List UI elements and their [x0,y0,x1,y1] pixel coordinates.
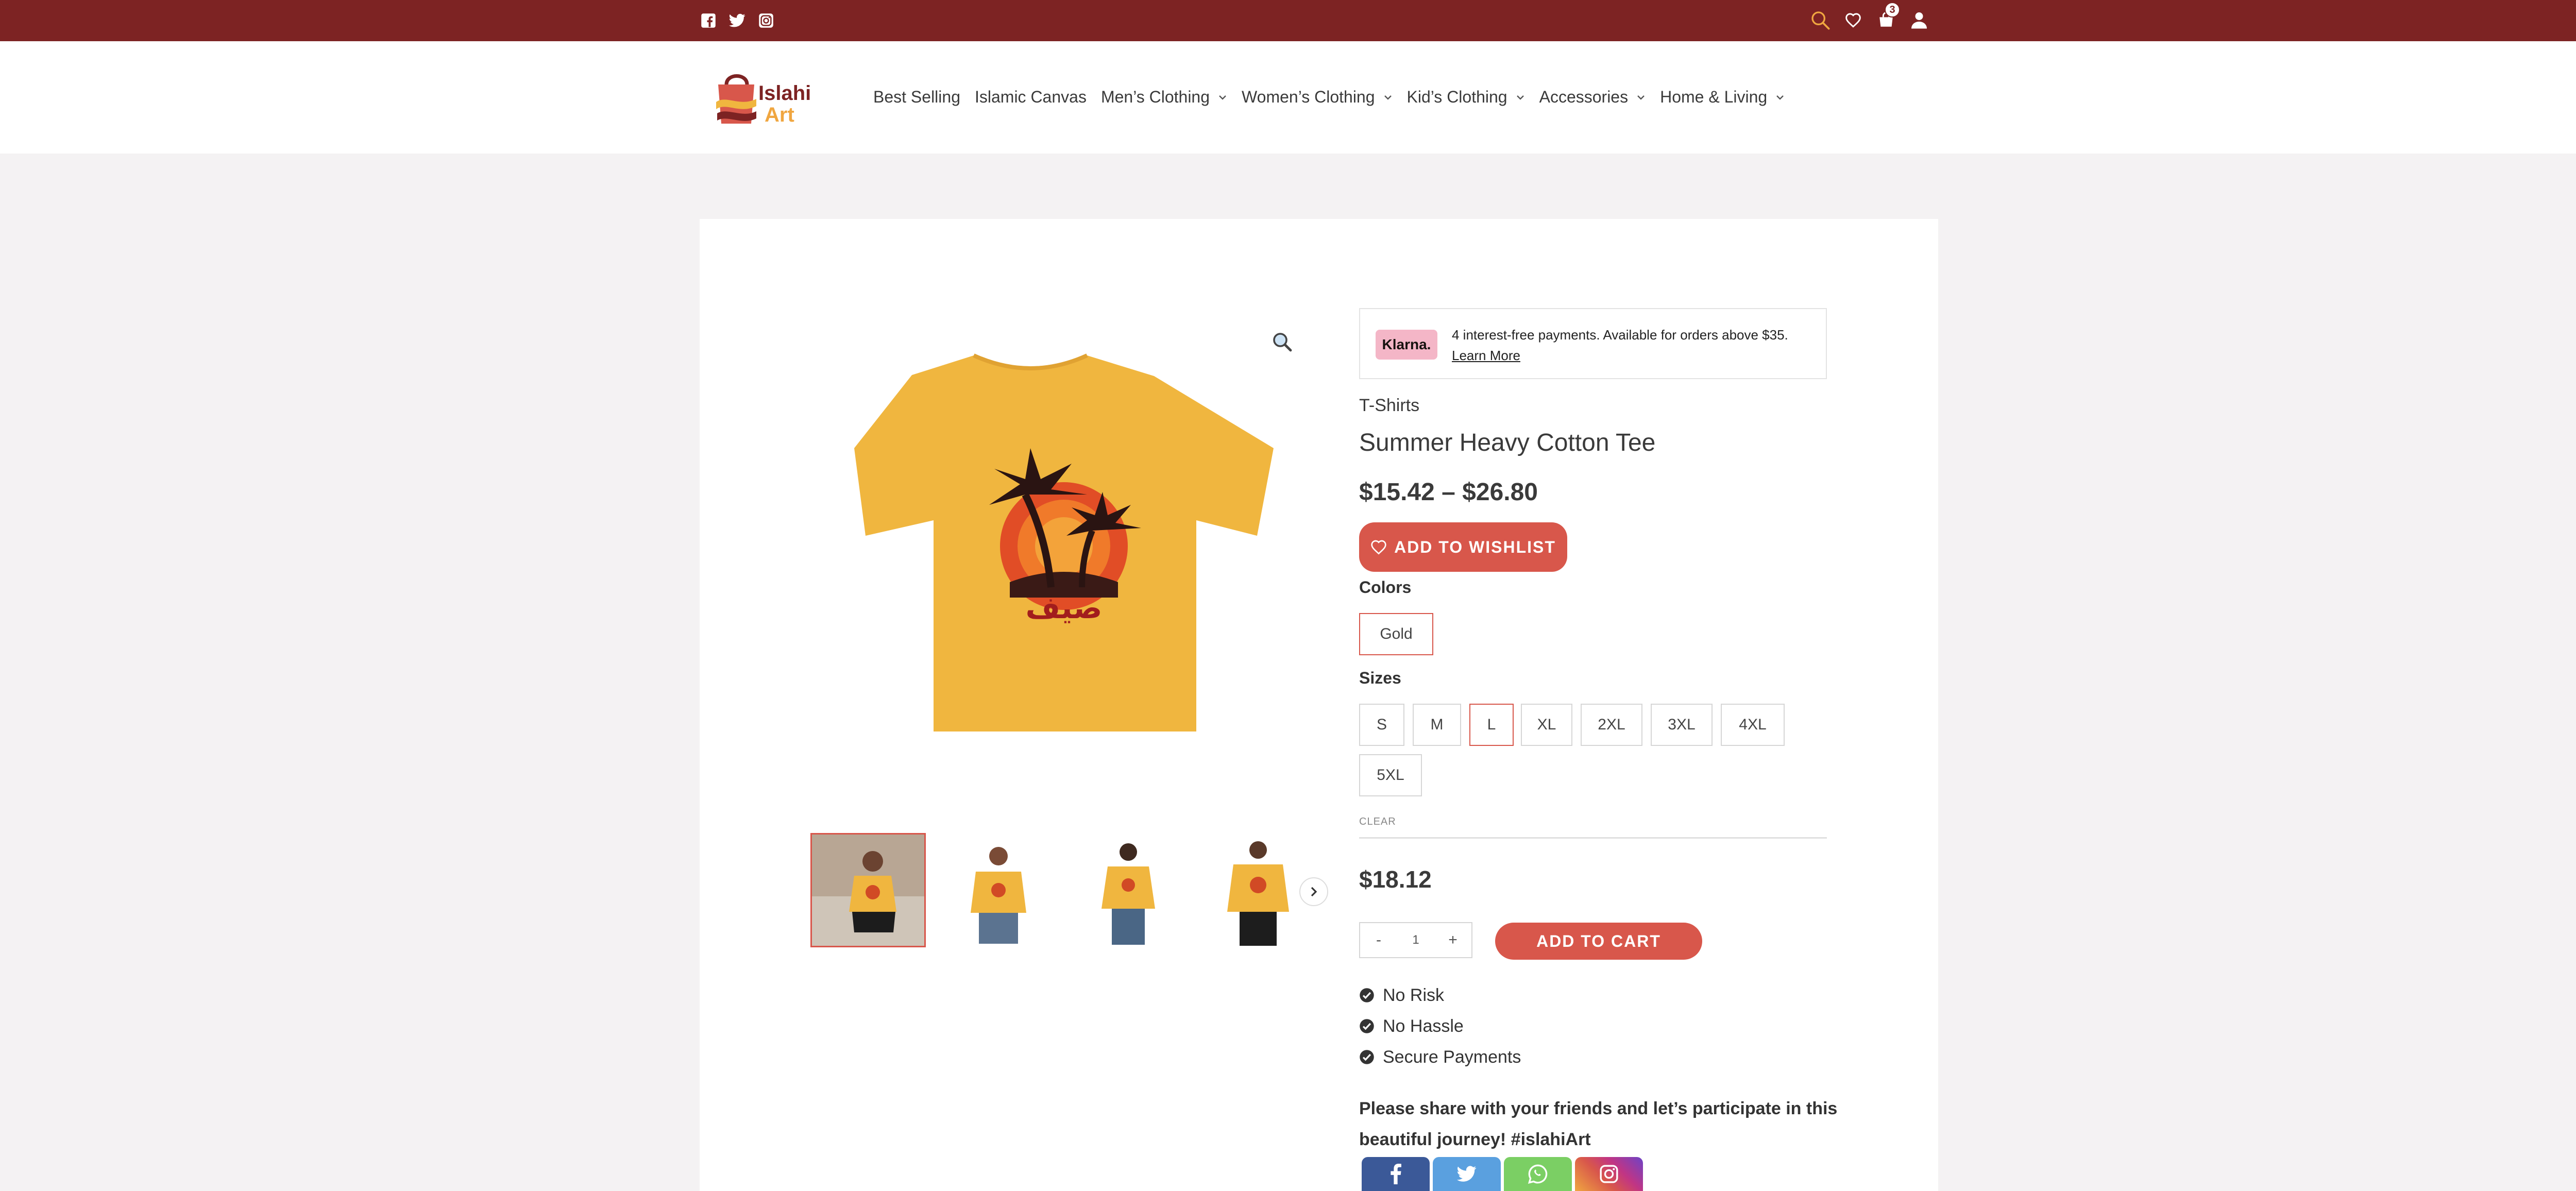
check-circle-icon [1360,1019,1374,1033]
size-option-l[interactable]: L [1469,704,1514,746]
product-category[interactable]: T-Shirts [1359,396,1419,416]
twitter-icon [1457,1166,1477,1182]
quantity-stepper: - 1 + [1359,922,1472,958]
variation-price: $18.12 [1359,866,1432,893]
site-logo[interactable]: Islahi Art [711,66,814,128]
size-option-5xl[interactable]: 5XL [1359,754,1422,796]
colors-label: Colors [1359,578,1412,597]
product-price-range: $15.42 – $26.80 [1359,479,1538,506]
chevron-down-icon [1637,95,1645,100]
list-item: Secure Payments [1359,1042,1521,1073]
account-icon[interactable] [1908,9,1930,31]
klarna-banner: Klarna. 4 interest-free payments. Availa… [1359,308,1827,379]
share-whatsapp-button[interactable] [1504,1157,1572,1191]
nav-best-selling[interactable]: Best Selling [873,88,960,107]
chevron-right-icon [1311,887,1317,897]
nav-womens-clothing[interactable]: Women’s Clothing [1242,88,1393,107]
color-option-gold[interactable]: Gold [1359,613,1433,655]
thumbnail[interactable] [1200,833,1315,947]
quantity-input[interactable]: 1 [1400,933,1431,947]
share-instagram-button[interactable] [1575,1157,1643,1191]
nav-mens-clothing[interactable]: Men’s Clothing [1101,88,1227,107]
size-option-4xl[interactable]: 4XL [1721,704,1785,746]
twitter-icon[interactable] [729,12,745,29]
heart-icon [1371,540,1386,555]
chevron-down-icon [1516,95,1524,100]
klarna-learn-more-link[interactable]: Learn More [1452,348,1520,363]
share-twitter-button[interactable] [1433,1157,1501,1191]
size-option-2xl[interactable]: 2XL [1581,704,1642,746]
thumbnails-next-button[interactable] [1299,877,1328,906]
svg-text:صيف: صيف [1026,590,1103,625]
product-main-image[interactable]: صيف [804,319,1319,747]
thumbnail[interactable] [1070,833,1185,947]
instagram-icon [1600,1165,1618,1183]
social-links [700,12,774,29]
chevron-down-icon [1219,95,1226,100]
chevron-down-icon [1384,95,1392,100]
cart-count-badge: 3 [1885,2,1900,18]
chevron-down-icon [1776,95,1784,100]
list-item: No Risk [1359,980,1521,1011]
thumbnail[interactable] [940,833,1056,947]
share-facebook-button[interactable] [1362,1157,1430,1191]
check-circle-icon [1360,1050,1374,1064]
svg-text:Islahi: Islahi [758,82,811,105]
zoom-icon[interactable] [1270,330,1295,354]
main-nav: Best Selling Islamic Canvas Men’s Clothi… [873,88,1799,107]
site-header: Islahi Art Best Selling Islamic Canvas M… [0,41,2576,154]
trust-features: No Risk No Hassle Secure Payments [1359,980,1521,1073]
add-to-wishlist-button[interactable]: ADD TO WISHLIST [1359,522,1567,572]
nav-accessories[interactable]: Accessories [1539,88,1646,107]
product-title: Summer Heavy Cotton Tee [1359,429,1656,456]
list-item: No Hassle [1359,1011,1521,1042]
facebook-icon[interactable] [700,12,717,29]
size-option-xl[interactable]: XL [1521,704,1572,746]
search-icon[interactable] [1809,9,1831,31]
nav-home-living[interactable]: Home & Living [1660,88,1785,107]
add-to-cart-button[interactable]: ADD TO CART [1495,923,1702,960]
quantity-increase-button[interactable]: + [1437,931,1468,949]
size-option-m[interactable]: M [1413,704,1461,746]
nav-islamic-canvas[interactable]: Islamic Canvas [975,88,1087,107]
size-option-s[interactable]: S [1359,704,1404,746]
nav-kids-clothing[interactable]: Kid’s Clothing [1407,88,1525,107]
wishlist-heart-icon[interactable] [1842,9,1864,31]
clear-selection-link[interactable]: CLEAR [1359,816,1396,828]
klarna-logo: Klarna. [1376,330,1437,360]
header-actions: 3 [1809,2,1930,31]
thumbnail[interactable] [810,833,926,947]
facebook-icon [1391,1164,1401,1184]
svg-text:Art: Art [765,104,794,126]
product-thumbnails [810,833,1315,947]
whatsapp-icon [1528,1164,1548,1184]
share-buttons [1362,1157,1643,1191]
klarna-message: 4 interest-free payments. Available for … [1452,327,1788,363]
check-circle-icon [1360,988,1374,1002]
size-option-3xl[interactable]: 3XL [1651,704,1713,746]
cart-icon[interactable]: 3 [1875,2,1900,31]
quantity-decrease-button[interactable]: - [1363,931,1394,949]
instagram-icon[interactable] [758,12,774,29]
divider [1359,837,1827,839]
share-message: Please share with your friends and let’s… [1359,1099,1838,1149]
top-bar: 3 [0,0,2576,41]
sizes-label: Sizes [1359,669,1401,687]
